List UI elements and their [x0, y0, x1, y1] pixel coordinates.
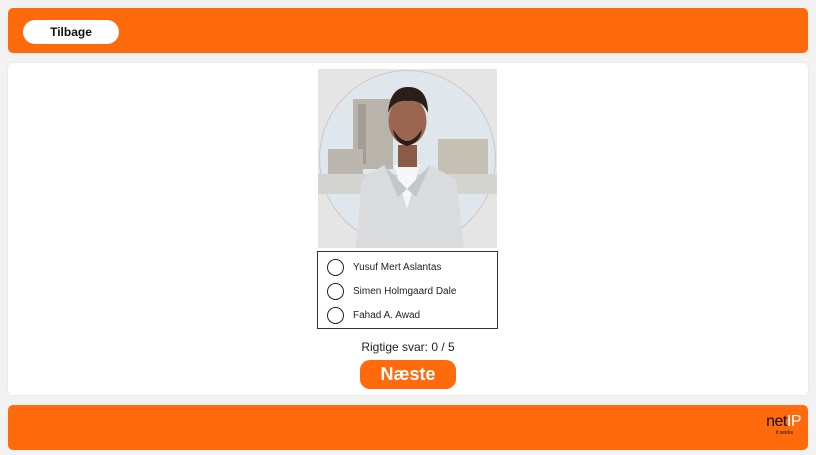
logo-tagline: it works — [776, 430, 793, 436]
logo-wordmark: netIP — [753, 413, 801, 430]
next-button[interactable]: Næste — [360, 360, 456, 389]
option-label: Fahad A. Awad — [353, 309, 421, 321]
radio-unchecked-icon[interactable] — [327, 306, 344, 324]
score-text: Rigtige svar: 0 / 5 — [361, 340, 455, 354]
logo-ip-text: IP — [786, 413, 802, 430]
option-label: Yusuf Mert Aslantas — [353, 261, 442, 273]
person-photo — [318, 69, 497, 248]
quiz-card: Yusuf Mert Aslantas Simen Holmgaard Dale… — [8, 63, 808, 395]
logo-net-text: net — [766, 413, 787, 430]
option-simen-holmgaard-dale[interactable]: Simen Holmgaard Dale — [327, 281, 492, 301]
top-bar: Tilbage — [8, 8, 808, 53]
netip-logo: netIP it works — [753, 413, 801, 441]
answer-options: Yusuf Mert Aslantas Simen Holmgaard Dale… — [317, 251, 498, 329]
person-portrait-icon — [318, 69, 497, 248]
option-fahad-a-awad[interactable]: Fahad A. Awad — [327, 305, 492, 325]
back-button[interactable]: Tilbage — [23, 20, 119, 44]
footer-bar: netIP it works — [8, 405, 808, 450]
option-yusuf-mert-aslantas[interactable]: Yusuf Mert Aslantas — [327, 257, 492, 277]
radio-unchecked-icon[interactable] — [327, 282, 344, 300]
option-label: Simen Holmgaard Dale — [353, 285, 457, 297]
radio-unchecked-icon[interactable] — [327, 258, 344, 276]
